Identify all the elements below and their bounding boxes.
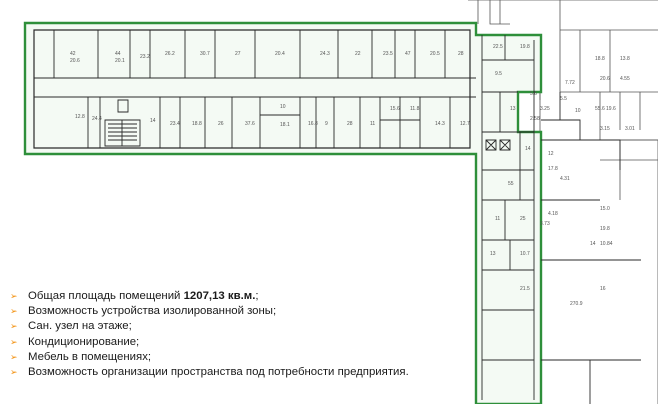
room-area-label: 16.8 bbox=[308, 121, 318, 127]
room-area-label: 10 bbox=[575, 108, 581, 114]
room-area-label: 19.8 bbox=[520, 44, 530, 50]
room-area-label: 20.1 bbox=[115, 58, 125, 64]
room-area-label: 5.6 bbox=[530, 91, 537, 97]
room-area-label: 5.5 bbox=[560, 96, 567, 102]
room-area-label: 22.5 bbox=[493, 44, 503, 50]
room-area-label: 22 bbox=[355, 51, 361, 57]
room-area-label: 18.8 bbox=[192, 121, 202, 127]
room-area-label: 24.3 bbox=[320, 51, 330, 57]
room-area-label: 20.4 bbox=[275, 51, 285, 57]
room-area-label: 19.8 bbox=[600, 226, 610, 232]
room-area-label: 55.6 bbox=[595, 106, 605, 112]
room-area-label: 37.6 bbox=[245, 121, 255, 127]
room-area-label: 4.18 bbox=[548, 211, 558, 217]
room-area-label: 4.55 bbox=[620, 76, 630, 82]
room-area-label: 3.73 bbox=[540, 221, 550, 227]
room-area-label: 44 bbox=[115, 51, 121, 57]
room-area-label: 14 bbox=[150, 118, 156, 124]
room-area-label: 24.4 bbox=[92, 116, 102, 122]
room-area-label: 20.6 bbox=[70, 58, 80, 64]
room-area-label: 18.1 bbox=[280, 122, 290, 128]
room-area-label: 2.58 bbox=[530, 116, 540, 122]
room-area-label: 16 bbox=[600, 286, 606, 292]
room-area-label: 42 bbox=[70, 51, 76, 57]
feature-item-air-conditioning: ➢ Кондиционирование; bbox=[10, 335, 470, 350]
room-area-label: 10 bbox=[280, 104, 286, 110]
room-area-label: 17.8 bbox=[548, 166, 558, 172]
room-area-label: 26 bbox=[218, 121, 224, 127]
room-area-label: 13 bbox=[510, 106, 516, 112]
room-area-label: 27 bbox=[235, 51, 241, 57]
room-area-label: 13 bbox=[490, 251, 496, 257]
features-list: ➢ Общая площадь помещений 1207,13 кв.м.; … bbox=[10, 289, 470, 380]
room-area-label: 28 bbox=[458, 51, 464, 57]
room-area-label: 20.5 bbox=[430, 51, 440, 57]
room-area-label: 30.7 bbox=[200, 51, 210, 57]
room-area-label: 11 bbox=[495, 216, 500, 222]
room-area-label: 15.0 bbox=[600, 206, 610, 212]
arrow-bullet-icon: ➢ bbox=[10, 367, 18, 378]
room-area-label: 9 bbox=[325, 121, 328, 127]
arrow-bullet-icon: ➢ bbox=[10, 321, 18, 332]
room-area-label: 11.8 bbox=[410, 106, 420, 112]
room-area-label: 28 bbox=[347, 121, 353, 127]
feature-item-area: ➢ Общая площадь помещений 1207,13 кв.м.; bbox=[10, 289, 470, 304]
room-area-label: 14 bbox=[525, 146, 531, 152]
room-area-label: 13.8 bbox=[620, 56, 630, 62]
room-area-label: 9.5 bbox=[495, 71, 502, 77]
room-area-label: 12.8 bbox=[75, 114, 85, 120]
room-area-label: 12 bbox=[548, 151, 554, 157]
room-area-label: 270.9 bbox=[570, 301, 583, 307]
room-area-label: 3.25 bbox=[540, 106, 550, 112]
room-area-label: 23.4 bbox=[170, 121, 180, 127]
feature-item-furniture: ➢ Мебель в помещениях; bbox=[10, 350, 470, 365]
room-area-label: 47 bbox=[405, 51, 411, 57]
room-area-label: 18.8 bbox=[595, 56, 605, 62]
room-area-label: 12.7 bbox=[460, 121, 470, 127]
room-area-label: 55 bbox=[508, 181, 514, 187]
room-area-label: 14 bbox=[590, 241, 596, 247]
room-area-label: 19.6 bbox=[606, 106, 616, 112]
feature-item-restroom: ➢ Сан. узел на этаже; bbox=[10, 319, 470, 334]
room-area-label: 15.6 bbox=[390, 106, 400, 112]
room-area-label: 10.7 bbox=[520, 251, 530, 257]
room-area-label: 3.15 bbox=[600, 126, 610, 132]
arrow-bullet-icon: ➢ bbox=[10, 336, 18, 347]
room-area-label: 25 bbox=[520, 216, 526, 222]
room-area-label: 10.84 bbox=[600, 241, 613, 247]
feature-item-space-organization: ➢ Возможность организации пространства по… bbox=[10, 365, 470, 380]
room-area-label: 26.2 bbox=[165, 51, 175, 57]
room-area-label: 23.2 bbox=[140, 54, 150, 60]
room-area-label: 4.31 bbox=[560, 176, 570, 182]
room-area-label: 14.3 bbox=[435, 121, 445, 127]
room-area-label: 23.5 bbox=[383, 51, 393, 57]
arrow-bullet-icon: ➢ bbox=[10, 291, 18, 301]
room-area-label: 7.72 bbox=[565, 80, 575, 86]
arrow-bullet-icon: ➢ bbox=[10, 306, 18, 317]
arrow-bullet-icon: ➢ bbox=[10, 351, 18, 362]
room-area-label: 20.6 bbox=[600, 76, 610, 82]
room-area-label: 21.5 bbox=[520, 286, 530, 292]
feature-item-isolated-zone: ➢ Возможность устройства изолированной зо… bbox=[10, 304, 470, 319]
room-area-label: 3.01 bbox=[625, 126, 635, 132]
room-area-label: 11 bbox=[370, 121, 375, 127]
